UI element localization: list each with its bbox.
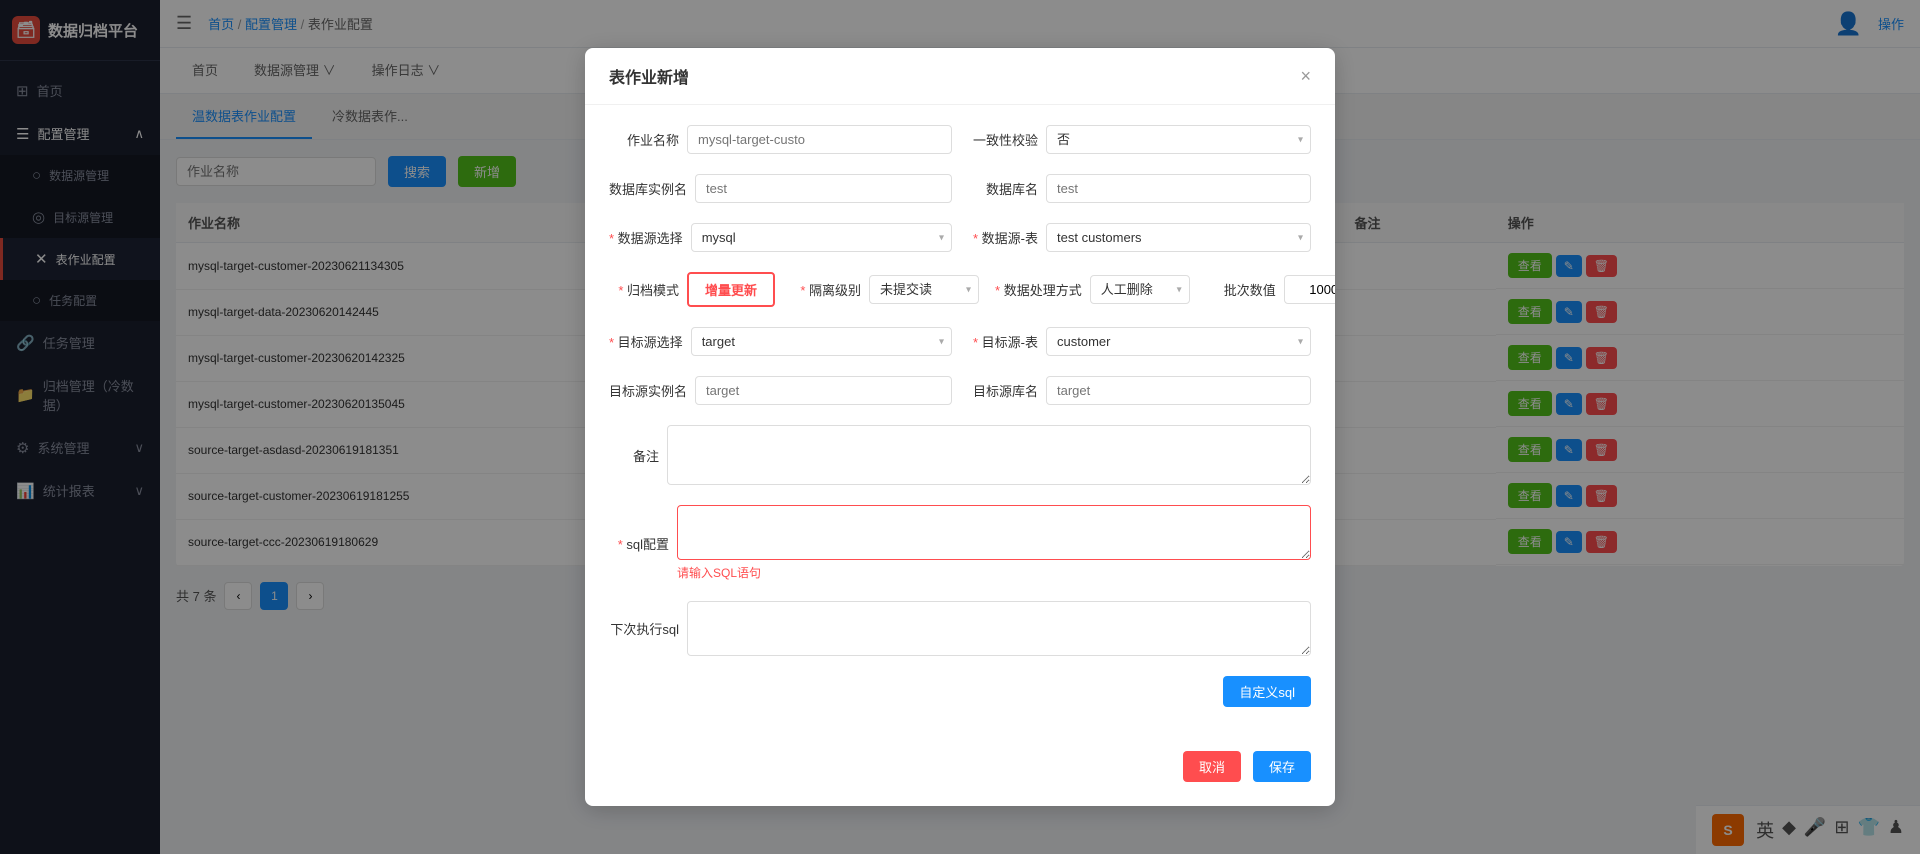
dialog-header: 表作业新增 × xyxy=(585,48,1335,105)
form-group-isolation: 隔离级别 未提交读 读已提交 可重复读 串行化 ▾ xyxy=(791,275,979,304)
job-name-label: 作业名称 xyxy=(609,130,679,149)
target-select[interactable]: target xyxy=(691,327,952,356)
form-group-consistency: 一致性校验 否 是 ▾ xyxy=(968,125,1311,154)
isolation-select-wrapper: 未提交读 读已提交 可重复读 串行化 ▾ xyxy=(869,275,979,304)
datasource-select[interactable]: mysql oracle postgresql xyxy=(691,223,952,252)
form-row-next-sql: 下次执行sql xyxy=(609,601,1311,656)
consistency-select[interactable]: 否 是 xyxy=(1046,125,1311,154)
form-group-data-process: 数据处理方式 人工删除 自动删除 ▾ xyxy=(995,275,1190,304)
form-group-db-name: 数据库名 xyxy=(968,174,1311,203)
job-name-input[interactable] xyxy=(687,125,952,154)
form-row-6: 目标源实例名 目标源库名 xyxy=(609,376,1311,405)
form-row-2: 数据库实例名 数据库名 xyxy=(609,174,1311,203)
next-sql-label: 下次执行sql xyxy=(609,619,679,638)
form-group-archive-mode: 归档模式 增量更新 xyxy=(609,272,775,307)
datasource-table-select-wrapper: test customers ▾ xyxy=(1046,223,1311,252)
form-group-target-table: 目标源-表 customer ▾ xyxy=(968,327,1311,356)
isolation-label: 隔离级别 xyxy=(791,280,861,299)
target-label: 目标源选择 xyxy=(609,332,683,351)
consistency-select-wrapper: 否 是 ▾ xyxy=(1046,125,1311,154)
form-group-target-db: 目标源库名 xyxy=(968,376,1311,405)
form-group-target-instance: 目标源实例名 xyxy=(609,376,952,405)
archive-mode-button[interactable]: 增量更新 xyxy=(687,272,775,307)
target-db-input[interactable] xyxy=(1046,376,1311,405)
isolation-select[interactable]: 未提交读 读已提交 可重复读 串行化 xyxy=(869,275,979,304)
sql-config-textarea[interactable] xyxy=(677,505,1311,560)
form-group-db-instance: 数据库实例名 xyxy=(609,174,952,203)
form-group-sql-label-row: sql配置 请输入SQL语句 xyxy=(609,505,1311,581)
form-group-target: 目标源选择 target ▾ xyxy=(609,327,952,356)
target-table-select-wrapper: customer ▾ xyxy=(1046,327,1311,356)
form-row-1: 作业名称 一致性校验 否 是 ▾ xyxy=(609,125,1311,154)
dialog-title: 表作业新增 xyxy=(609,64,689,88)
dialog: 表作业新增 × 作业名称 一致性校验 否 是 ▾ xyxy=(585,48,1335,806)
data-process-select-wrapper: 人工删除 自动删除 ▾ xyxy=(1090,275,1190,304)
target-instance-input[interactable] xyxy=(695,376,952,405)
db-instance-label: 数据库实例名 xyxy=(609,179,687,198)
custom-sql-row: 自定义sql xyxy=(609,676,1311,707)
batch-label: 批次数值 xyxy=(1206,280,1276,299)
target-db-label: 目标源库名 xyxy=(968,381,1038,400)
form-row-sql: sql配置 请输入SQL语句 xyxy=(609,505,1311,581)
sql-input-wrapper: 请输入SQL语句 xyxy=(677,505,1311,581)
db-instance-input[interactable] xyxy=(695,174,952,203)
batch-input[interactable] xyxy=(1284,275,1335,304)
db-name-label: 数据库名 xyxy=(968,179,1038,198)
dialog-body: 作业名称 一致性校验 否 是 ▾ 数据库实例名 xyxy=(585,105,1335,735)
cancel-button[interactable]: 取消 xyxy=(1183,751,1241,782)
form-group-next-sql: 下次执行sql xyxy=(609,601,1311,656)
db-name-input[interactable] xyxy=(1046,174,1311,203)
form-row-5: 目标源选择 target ▾ 目标源-表 customer ▾ xyxy=(609,327,1311,356)
consistency-label: 一致性校验 xyxy=(968,130,1038,149)
form-row-remark: 备注 xyxy=(609,425,1311,485)
target-select-wrapper: target ▾ xyxy=(691,327,952,356)
target-table-label: 目标源-表 xyxy=(968,332,1038,351)
form-group-remark: 备注 xyxy=(609,425,1311,485)
form-group-datasource: 数据源选择 mysql oracle postgresql ▾ xyxy=(609,223,952,252)
sql-error-message: 请输入SQL语句 xyxy=(677,564,1311,581)
form-row-3: 数据源选择 mysql oracle postgresql ▾ 数据源-表 xyxy=(609,223,1311,252)
data-process-select[interactable]: 人工删除 自动删除 xyxy=(1090,275,1190,304)
archive-mode-label: 归档模式 xyxy=(609,280,679,299)
form-group-datasource-table: 数据源-表 test customers ▾ xyxy=(968,223,1311,252)
remark-textarea[interactable] xyxy=(667,425,1311,485)
next-sql-textarea[interactable] xyxy=(687,601,1311,656)
modal-overlay: 表作业新增 × 作业名称 一致性校验 否 是 ▾ xyxy=(0,0,1920,854)
data-process-label: 数据处理方式 xyxy=(995,280,1082,299)
dialog-footer: 取消 保存 xyxy=(585,735,1335,782)
form-row-4: 归档模式 增量更新 隔离级别 未提交读 读已提交 可重复读 串行化 ▾ xyxy=(609,272,1311,307)
target-instance-label: 目标源实例名 xyxy=(609,381,687,400)
datasource-table-label: 数据源-表 xyxy=(968,228,1038,247)
form-group-batch: 批次数值 xyxy=(1206,275,1335,304)
remark-label: 备注 xyxy=(609,446,659,465)
target-table-select[interactable]: customer xyxy=(1046,327,1311,356)
datasource-table-select[interactable]: test customers xyxy=(1046,223,1311,252)
datasource-select-wrapper: mysql oracle postgresql ▾ xyxy=(691,223,952,252)
form-group-job-name: 作业名称 xyxy=(609,125,952,154)
save-button[interactable]: 保存 xyxy=(1253,751,1311,782)
custom-sql-button[interactable]: 自定义sql xyxy=(1223,676,1311,707)
dialog-close-button[interactable]: × xyxy=(1300,66,1311,87)
sql-config-label: sql配置 xyxy=(609,534,669,553)
datasource-label: 数据源选择 xyxy=(609,228,683,247)
